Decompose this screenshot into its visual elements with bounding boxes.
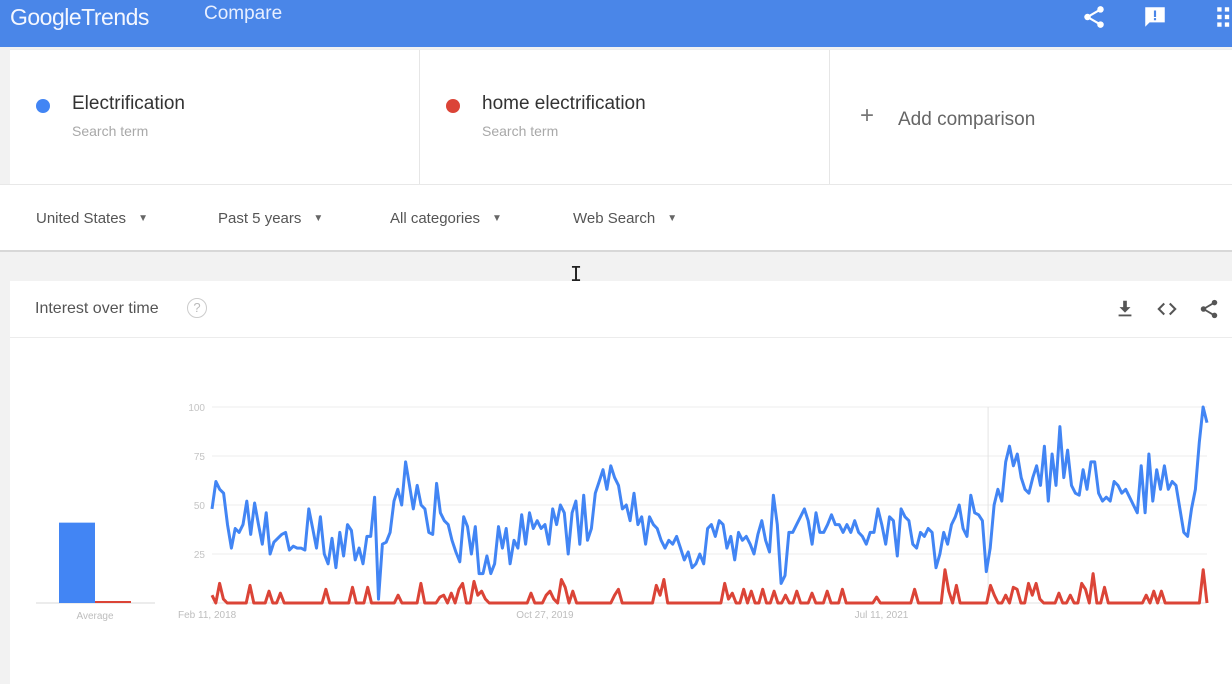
time-range-dropdown[interactable]: Past 5 years ▼ [218, 210, 323, 227]
interest-over-time-card: Interest over time ? [10, 281, 1232, 684]
category-dropdown[interactable]: All categories ▼ [390, 210, 502, 227]
search-term-name: home electrification [482, 93, 646, 114]
add-comparison-label: Add comparison [898, 109, 1036, 130]
top-bar: GoogleTrends Compare [0, 0, 1232, 47]
caret-down-icon: ▼ [138, 213, 148, 224]
page-title: Compare [204, 3, 283, 24]
download-icon[interactable] [1114, 298, 1136, 320]
search-type-dropdown-label: Web Search [573, 210, 656, 227]
region-dropdown-label: United States [36, 210, 127, 227]
series-color-dot [36, 99, 50, 113]
help-icon[interactable]: ? [187, 298, 207, 318]
caret-down-icon: ▼ [667, 213, 678, 224]
filter-bar: United States ▼ Past 5 years ▼ All categor… [0, 184, 1232, 252]
search-term-type: Search term [482, 123, 559, 139]
add-comparison-button[interactable]: + Add comparison [830, 50, 1232, 185]
caret-down-icon: ▼ [492, 213, 502, 224]
card-header: Interest over time ? [10, 281, 1232, 338]
share-icon[interactable] [1198, 298, 1220, 320]
feedback-icon[interactable] [1142, 4, 1168, 30]
google-trends-logo[interactable]: GoogleTrends [10, 4, 149, 31]
card-title: Interest over time [35, 300, 159, 317]
logo-google-text: Google [10, 4, 82, 30]
region-dropdown[interactable]: United States ▼ [36, 210, 148, 227]
embed-code-icon[interactable] [1156, 298, 1178, 320]
search-term-card[interactable]: home electrification Search term [420, 50, 830, 185]
time-range-dropdown-label: Past 5 years [218, 210, 302, 227]
category-dropdown-label: All categories [390, 210, 481, 227]
search-term-name: Electrification [72, 93, 185, 114]
logo-trends-text: Trends [81, 4, 149, 30]
series-color-dot [446, 99, 460, 113]
apps-grid-icon[interactable] [1214, 4, 1232, 30]
share-icon[interactable] [1081, 4, 1107, 30]
plus-icon: + [860, 102, 875, 129]
search-term-type: Search term [72, 123, 149, 139]
caret-down-icon: ▼ [313, 213, 324, 224]
search-term-card[interactable]: Electrification Search term [10, 50, 420, 185]
search-type-dropdown[interactable]: Web Search ▼ [573, 210, 677, 227]
search-terms-row: Electrification Search term home electri… [10, 49, 1232, 185]
